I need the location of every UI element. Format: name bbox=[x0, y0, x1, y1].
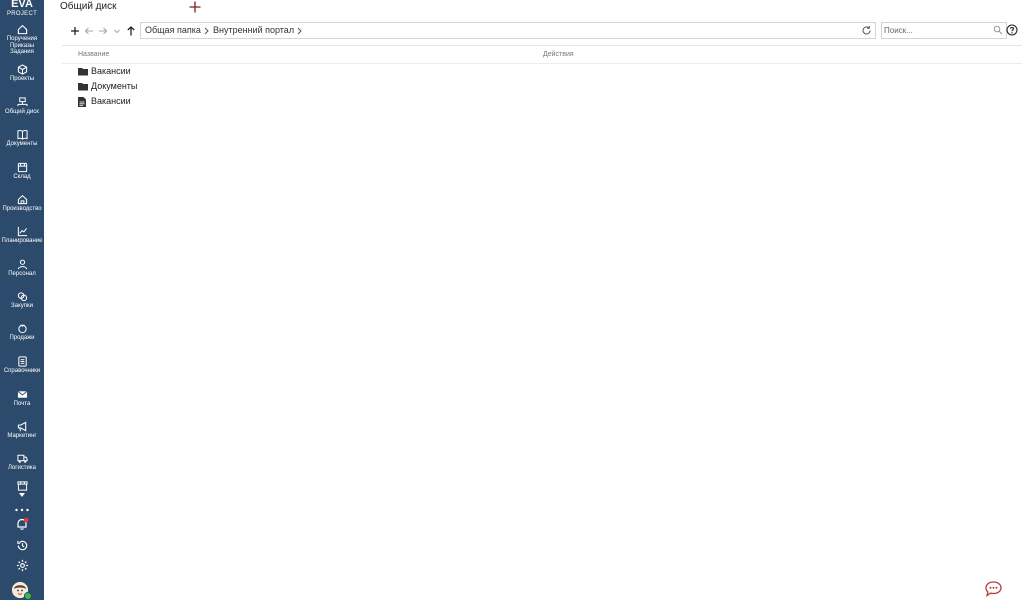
book-icon bbox=[16, 130, 28, 140]
sidebar-item-label: Производство bbox=[2, 206, 42, 212]
create-button[interactable] bbox=[69, 24, 81, 36]
sidebar-item-label: Документы bbox=[6, 141, 38, 147]
sidebar-item-label: Логистика bbox=[7, 465, 36, 471]
refresh-icon[interactable] bbox=[861, 25, 872, 36]
cube-icon bbox=[17, 64, 27, 75]
avatar[interactable] bbox=[12, 582, 32, 600]
arrow-left-icon bbox=[84, 27, 93, 35]
person-icon bbox=[17, 259, 27, 270]
add-button[interactable] bbox=[188, 0, 202, 14]
logo[interactable]: EVA PROJECT bbox=[0, 0, 44, 18]
mail-icon bbox=[17, 390, 27, 398]
chat-button[interactable] bbox=[984, 580, 1003, 598]
logo-sub: PROJECT bbox=[6, 11, 38, 17]
ellipsis-icon bbox=[15, 508, 29, 512]
sidebar-item-sales[interactable]: Продажи bbox=[0, 323, 44, 342]
more-modules-button[interactable] bbox=[0, 481, 44, 497]
chart-icon bbox=[17, 226, 27, 237]
coins-icon bbox=[17, 292, 27, 302]
network-drive-icon bbox=[16, 97, 28, 107]
store-icon bbox=[16, 481, 28, 491]
sidebar-item-label: Закупки bbox=[11, 303, 33, 309]
warehouse-icon bbox=[17, 162, 27, 173]
sidebar-item-marketing[interactable]: Маркетинг bbox=[0, 421, 44, 440]
truck-icon bbox=[16, 454, 28, 463]
sidebar-item-label: Склад bbox=[13, 174, 31, 180]
folder-icon bbox=[78, 68, 88, 76]
table-row[interactable]: Документы bbox=[78, 80, 578, 94]
plus-icon bbox=[71, 27, 79, 35]
back-button[interactable] bbox=[83, 24, 95, 36]
settings-button[interactable] bbox=[0, 559, 44, 572]
search-icon[interactable] bbox=[993, 25, 1003, 35]
sidebar-item-purchases[interactable]: Закупки bbox=[0, 291, 44, 310]
sidebar-item-logistics[interactable]: Логистика bbox=[0, 453, 44, 472]
forward-button[interactable] bbox=[97, 24, 109, 36]
logo-main: EVA bbox=[11, 0, 33, 10]
sidebar-item-mail[interactable]: Почта bbox=[0, 389, 44, 408]
folder-icon bbox=[78, 83, 88, 91]
table-row[interactable]: Вакансии bbox=[78, 65, 578, 79]
sidebar-item-label: Продажи bbox=[9, 335, 35, 341]
sidebar-item-label: Проекты bbox=[9, 76, 35, 82]
path-bar[interactable]: Общая папка Внутренний портал bbox=[140, 22, 876, 39]
bell-icon bbox=[17, 517, 29, 530]
sidebar-item-personnel[interactable]: Персонал bbox=[0, 259, 44, 278]
sidebar-item-label: Планирование bbox=[1, 238, 43, 244]
file-toolbar: Общая папка Внутренний портал bbox=[62, 20, 1022, 42]
sidebar-item-label: Маркетинг bbox=[7, 433, 37, 439]
house-icon bbox=[17, 24, 27, 35]
caret-down-icon bbox=[19, 493, 25, 497]
directory-icon bbox=[17, 356, 27, 367]
sidebar-item-label: Почта bbox=[13, 401, 31, 407]
chevron-right-icon bbox=[204, 27, 209, 35]
sidebar-item-label: Поручения Приказы Задания bbox=[6, 36, 38, 55]
history-button[interactable] bbox=[0, 539, 44, 552]
gear-icon bbox=[16, 559, 28, 572]
table-row[interactable]: Вакансии bbox=[78, 95, 578, 109]
more-button[interactable] bbox=[0, 508, 44, 512]
chevron-right-icon bbox=[297, 27, 302, 35]
row-name: Документы bbox=[91, 81, 138, 91]
sidebar-item-production[interactable]: Производство bbox=[0, 194, 44, 213]
search-box bbox=[881, 22, 1007, 39]
sales-icon bbox=[17, 324, 27, 334]
help-icon[interactable] bbox=[1006, 24, 1018, 36]
breadcrumb-item[interactable]: Общая папка bbox=[145, 25, 201, 35]
column-header-name[interactable]: Название bbox=[78, 51, 109, 58]
up-button[interactable] bbox=[125, 24, 137, 36]
arrow-right-icon bbox=[99, 27, 108, 35]
row-name: Вакансии bbox=[91, 96, 131, 106]
online-status-dot bbox=[24, 592, 32, 600]
sidebar: EVA PROJECT Поручения Приказы Задания Пр… bbox=[0, 0, 44, 600]
sidebar-item-projects[interactable]: Проекты bbox=[0, 64, 44, 83]
history-icon bbox=[16, 540, 27, 551]
plus-icon bbox=[189, 1, 201, 13]
sidebar-item-label: Справочники bbox=[3, 368, 41, 374]
arrow-up-icon bbox=[127, 26, 135, 36]
sidebar-item-planning[interactable]: Планирование bbox=[0, 226, 44, 245]
page-title: Общий диск bbox=[60, 1, 117, 12]
table-header: Название Действия bbox=[62, 45, 1022, 64]
sidebar-item-label: Персонал bbox=[8, 271, 36, 277]
breadcrumb-item[interactable]: Внутренний портал bbox=[213, 25, 294, 35]
file-icon bbox=[78, 97, 86, 107]
chevron-down-icon bbox=[114, 29, 120, 34]
search-input[interactable] bbox=[884, 24, 992, 37]
sidebar-item-tasks[interactable]: Поручения Приказы Задания bbox=[0, 24, 44, 56]
notifications-button[interactable] bbox=[0, 517, 44, 531]
sidebar-item-warehouse[interactable]: Склад bbox=[0, 162, 44, 181]
factory-icon bbox=[17, 194, 27, 205]
history-dropdown-button[interactable] bbox=[111, 24, 123, 36]
megaphone-icon bbox=[17, 421, 26, 432]
sidebar-item-label: Общий диск bbox=[5, 109, 39, 115]
sidebar-item-documents[interactable]: Документы bbox=[0, 129, 44, 148]
column-header-actions: Действия bbox=[543, 51, 574, 58]
chat-icon bbox=[985, 581, 1002, 597]
sidebar-item-directories[interactable]: Справочники bbox=[0, 356, 44, 375]
row-name: Вакансии bbox=[91, 66, 131, 76]
sidebar-item-shared-drive[interactable]: Общий диск bbox=[0, 97, 44, 116]
